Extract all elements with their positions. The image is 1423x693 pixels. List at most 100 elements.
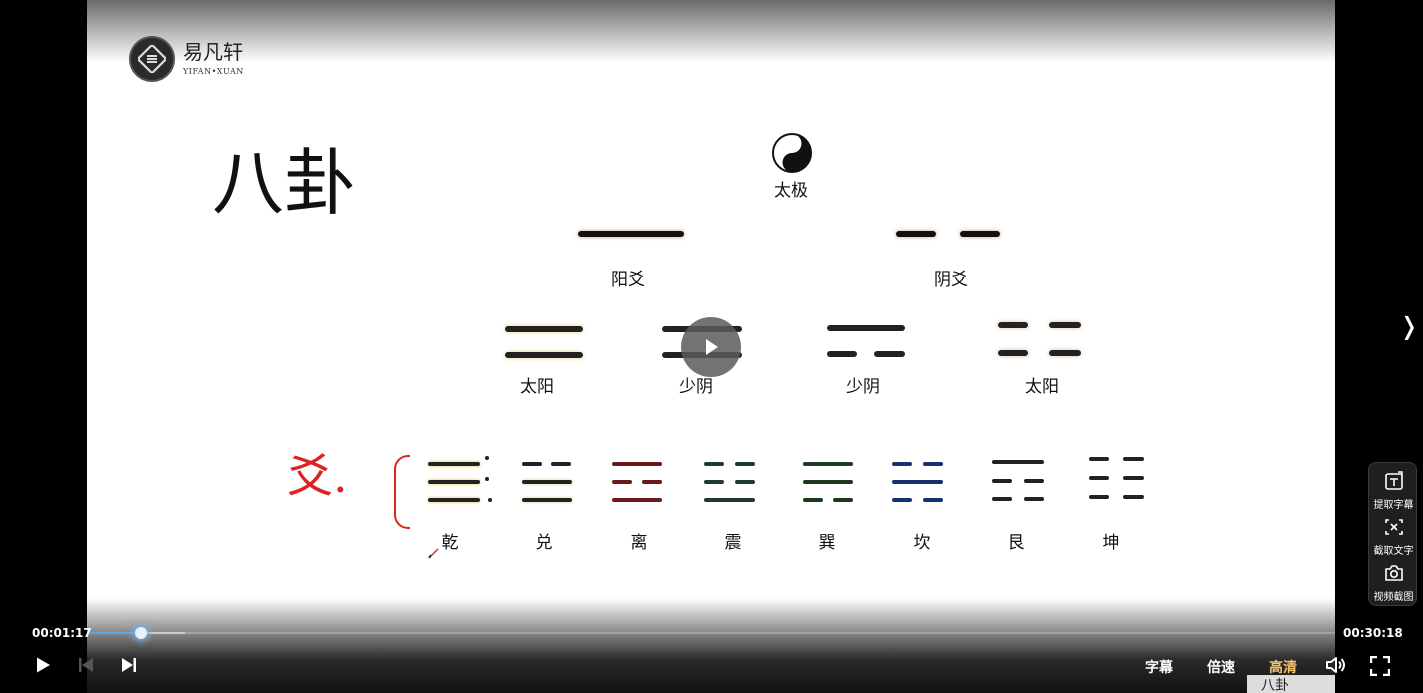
yin-yao-label: 阴爻: [934, 270, 968, 290]
trigram-li-line: [612, 480, 632, 484]
trigram-dui-line: [522, 498, 572, 502]
extract-subtitle-tool[interactable]: 提取字幕: [1369, 471, 1418, 511]
trigram-gen-line: [1024, 497, 1044, 501]
previous-button[interactable]: [78, 657, 94, 677]
taiji-icon: [771, 132, 813, 178]
top-shade: [87, 0, 1335, 62]
video-frame[interactable]: 易凡轩 YIFAN•XUAN 八卦 太极 阳爻 阴爻 太阳 少阴 少阴 太阳 爻…: [87, 0, 1335, 693]
progress-thumb[interactable]: [135, 627, 147, 639]
video-screenshot-label: 视频截图: [1373, 592, 1414, 603]
trigram-kan-line: [923, 498, 943, 502]
trigram-li-line: [612, 462, 662, 466]
four-image-label-3: 少阴: [846, 377, 880, 397]
trigram-kun-line: [1123, 457, 1144, 461]
four-image-label-1: 太阳: [520, 377, 554, 397]
next-button[interactable]: [121, 657, 137, 677]
tai-yin-line-2b: [1049, 350, 1081, 356]
red-annotation-yao: 爻.: [287, 449, 348, 503]
trigram-label-dui: 兑: [535, 533, 553, 553]
logo-cn: 易凡轩: [183, 40, 243, 64]
play-button[interactable]: [34, 656, 52, 678]
trigram-kan-line: [923, 462, 943, 466]
progress-bar[interactable]: [89, 627, 1335, 639]
trigram-zhen-line: [735, 462, 755, 466]
current-time: 00:01:17: [32, 626, 92, 640]
trigram-xun-line: [803, 498, 823, 502]
total-time: 00:30:18: [1343, 626, 1403, 640]
logo-mark-icon: [129, 36, 175, 82]
extract-subtitle-label: 提取字幕: [1373, 500, 1414, 511]
video-tools-panel: 提取字幕 截取文字 视频截图: [1368, 462, 1417, 606]
trigram-qian-line: [428, 498, 480, 502]
yin-yao-line-right: [960, 231, 1000, 237]
trigram-kun-line: [1089, 495, 1109, 499]
trigram-dui-line: [551, 462, 571, 466]
trigram-qian-line: [428, 480, 480, 484]
trigram-gen-line: [992, 497, 1012, 501]
bottom-shade: [87, 598, 1335, 693]
trigram-kan-line: [892, 480, 943, 484]
annotation-dot: [485, 477, 489, 481]
trigram-xun-line: [803, 462, 853, 466]
quality-button[interactable]: 高清: [1269, 657, 1297, 677]
video-screenshot-tool[interactable]: 视频截图: [1369, 563, 1418, 603]
channel-logo: 易凡轩 YIFAN•XUAN: [129, 36, 244, 82]
trigram-label-kan: 坎: [913, 533, 931, 553]
pen-cursor-icon: [428, 544, 440, 563]
fullscreen-icon[interactable]: [1369, 655, 1391, 680]
trigram-gen-line: [992, 479, 1012, 483]
annotation-dot: [488, 498, 492, 502]
yin-yao-line-left: [896, 231, 936, 237]
trigram-label-gen: 艮: [1007, 533, 1025, 553]
trigram-zhen-line: [704, 480, 724, 484]
four-image-label-4: 太阳: [1025, 377, 1059, 397]
trigram-li-line: [612, 498, 662, 502]
trigram-kan-line: [892, 462, 912, 466]
tai-yang-line-1: [505, 326, 583, 332]
trigram-label-qian: 乾: [441, 533, 459, 553]
trigram-dui-line: [522, 480, 572, 484]
trigram-gen-line: [1024, 479, 1044, 483]
trigram-label-kun: 坤: [1102, 533, 1120, 553]
progress-played: [89, 632, 141, 634]
trigram-qian-line: [428, 462, 480, 466]
extract-subtitle-icon: [1383, 471, 1405, 495]
corner-thumbnail: 八卦: [1247, 675, 1335, 693]
trigram-kun-line: [1123, 495, 1144, 499]
tai-yin-line-2a: [998, 350, 1028, 356]
capture-text-label: 截取文字: [1373, 546, 1414, 557]
logo-en: YIFAN•XUAN: [183, 67, 244, 76]
shao-yin-b-line-2a: [827, 351, 857, 357]
capture-text-tool[interactable]: 截取文字: [1369, 517, 1418, 557]
camera-icon: [1383, 565, 1405, 587]
red-brace: [394, 455, 410, 529]
center-play-button[interactable]: [681, 317, 741, 377]
chevron-right-icon[interactable]: ❭: [1399, 312, 1419, 340]
trigram-dui-line: [522, 462, 542, 466]
yang-yao-line: [578, 231, 684, 237]
taiji-label: 太极: [774, 181, 808, 201]
trigram-kun-line: [1123, 476, 1144, 480]
trigram-li-line: [642, 480, 662, 484]
shao-yin-b-line-2b: [874, 351, 905, 357]
speed-button[interactable]: 倍速: [1207, 657, 1235, 677]
trigram-zhen-line: [704, 462, 724, 466]
thumbnail-text: 八卦: [1261, 678, 1289, 693]
trigram-label-zhen: 震: [724, 533, 742, 553]
trigram-kun-line: [1089, 476, 1109, 480]
subtitle-button[interactable]: 字幕: [1145, 657, 1173, 677]
trigram-zhen-line: [735, 480, 755, 484]
shao-yin-b-line-1: [827, 325, 905, 331]
trigram-label-xun: 巽: [818, 533, 836, 553]
trigram-gen-line: [992, 460, 1044, 464]
yang-yao-label: 阳爻: [611, 270, 645, 290]
trigram-xun-line: [833, 498, 853, 502]
trigram-zhen-line: [704, 498, 755, 502]
trigram-xun-line: [803, 480, 853, 484]
trigram-kun-line: [1089, 457, 1109, 461]
trigram-kan-line: [892, 498, 912, 502]
capture-text-icon: [1383, 519, 1405, 541]
slide-title: 八卦: [212, 141, 357, 225]
tai-yin-line-1a: [998, 322, 1028, 328]
tai-yang-line-2: [505, 352, 583, 358]
